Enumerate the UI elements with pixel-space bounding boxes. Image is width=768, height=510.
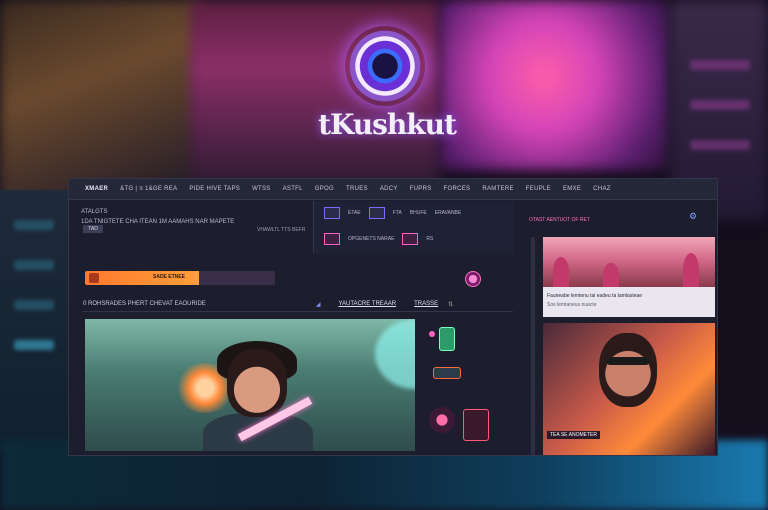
info-description: 1DA TNIGTETE CHA ITEAN 1M AAMAHS NAR MAP… — [81, 219, 235, 225]
nav-brand[interactable]: XMAER — [85, 186, 108, 192]
thumbnail-icon[interactable] — [324, 207, 340, 219]
video-player[interactable] — [85, 319, 415, 451]
thumbnail-icon[interactable] — [402, 233, 419, 245]
toggle-icon[interactable] — [433, 367, 461, 379]
icon-strip: ETAE FTA BHUFE ERAVANBE OPGENETS NARAE R… — [313, 201, 514, 253]
portrait-face — [599, 333, 657, 407]
notification-dot-icon — [429, 331, 435, 337]
nav-item[interactable]: &TG | ≡ 1&GE REA — [120, 186, 177, 192]
strip-label[interactable]: BHUFE — [410, 210, 427, 216]
gear-icon[interactable]: ⚙ — [689, 211, 699, 221]
info-link[interactable]: VHAWLTL TTS BEFR — [257, 227, 305, 233]
nav-item[interactable]: EMXE — [563, 186, 581, 192]
strip-label[interactable]: ERAVANBE — [435, 210, 462, 216]
nav-item[interactable]: RAMTERE — [482, 186, 513, 192]
caret-icon[interactable]: ◢ — [316, 301, 321, 308]
tree-shape — [553, 257, 569, 287]
icon-strip-row: ETAE FTA BHUFE ERAVANBE — [324, 207, 461, 219]
column-header[interactable]: YAUTACRE TREAAR — [338, 301, 396, 307]
strip-label[interactable]: RS — [426, 236, 433, 242]
battery-icon[interactable] — [439, 327, 455, 351]
icon-strip-row: OPGENETS NARAE RS — [324, 233, 433, 245]
nav-item[interactable]: CHAZ — [593, 186, 611, 192]
sort-icon[interactable]: ⇅ — [448, 301, 453, 308]
progress-label: SADE ETNEE — [153, 274, 185, 280]
avatar[interactable] — [465, 271, 481, 287]
nav-item[interactable]: WTSS — [252, 186, 271, 192]
nav-item[interactable]: PIDE HIVE TAPS — [189, 186, 240, 192]
background-strip — [690, 60, 750, 70]
nav-item[interactable]: ADCY — [380, 186, 398, 192]
person-head — [227, 349, 287, 417]
portrait-glasses — [607, 357, 649, 365]
app-logo-text: tKushkut — [318, 108, 457, 141]
record-icon[interactable] — [429, 407, 455, 433]
tree-shape — [683, 253, 699, 287]
background-strip — [14, 340, 54, 350]
top-navigation: XMAER &TG | ≡ 1&GE REA PIDE HIVE TAPS WT… — [69, 179, 717, 200]
badge-icon[interactable] — [463, 409, 489, 441]
nav-item[interactable]: FORCES — [444, 186, 471, 192]
thumbnail-icon[interactable] — [324, 233, 340, 245]
light-glow — [375, 319, 415, 389]
background-panel-left — [0, 0, 200, 200]
filter-badge[interactable]: TAD — [83, 225, 103, 233]
background-panel-right — [440, 0, 670, 170]
app-window: XMAER &TG | ≡ 1&GE REA PIDE HIVE TAPS WT… — [68, 178, 718, 456]
info-heading: ATALGTS — [81, 209, 108, 215]
thumbnail-icon[interactable] — [368, 207, 385, 219]
caption-subtitle: Sos lemtaneus nuacte — [547, 302, 597, 308]
caption-title: Fauneabe lemtenu tai eadeu ta tamlasteae — [547, 293, 643, 299]
strip-label[interactable]: FTA — [393, 210, 402, 216]
nav-item[interactable]: GPOG — [315, 186, 334, 192]
background-strip — [14, 300, 54, 310]
side-icon-panel — [423, 319, 503, 451]
background-strip — [14, 220, 54, 230]
list-header: 0 ROHSRADES PHERT CHEVAT EAOURIDE ◢ YAUT… — [83, 297, 513, 312]
background-strip — [14, 260, 54, 270]
right-column: Fauneabe lemtenu tai eadeu ta tamlasteae… — [531, 237, 717, 455]
landscape-thumbnail[interactable] — [543, 237, 715, 287]
background-strip — [690, 140, 750, 150]
portrait-label: TEA SE ANOMETER — [547, 431, 600, 439]
strip-label[interactable]: OPGENETS NARAE — [348, 236, 394, 242]
nav-item[interactable]: FUPRS — [410, 186, 432, 192]
column-header[interactable]: TRASSE — [414, 301, 438, 307]
sort-label[interactable]: OTAST AENTUOT OF RET — [529, 217, 590, 223]
nav-item[interactable]: TRUES — [346, 186, 368, 192]
progress-icon — [89, 273, 99, 283]
thumbnail-caption: Fauneabe lemtenu tai eadeu ta tamlasteae… — [543, 287, 715, 317]
nav-item[interactable]: ASTFL — [283, 186, 303, 192]
portrait-thumbnail[interactable]: TEA SE ANOMETER — [543, 323, 715, 455]
list-title: 0 ROHSRADES PHERT CHEVAT EAOURIDE — [83, 301, 206, 307]
background-strip — [690, 100, 750, 110]
camera-lens-icon — [345, 26, 425, 106]
info-block: ATALGTS 1DA TNIGTETE CHA ITEAN 1M AAMAHS… — [81, 209, 321, 229]
strip-label[interactable]: ETAE — [348, 210, 361, 216]
tree-shape — [603, 263, 619, 287]
column-divider — [531, 237, 535, 455]
nav-item[interactable]: FEUPLE — [526, 186, 551, 192]
